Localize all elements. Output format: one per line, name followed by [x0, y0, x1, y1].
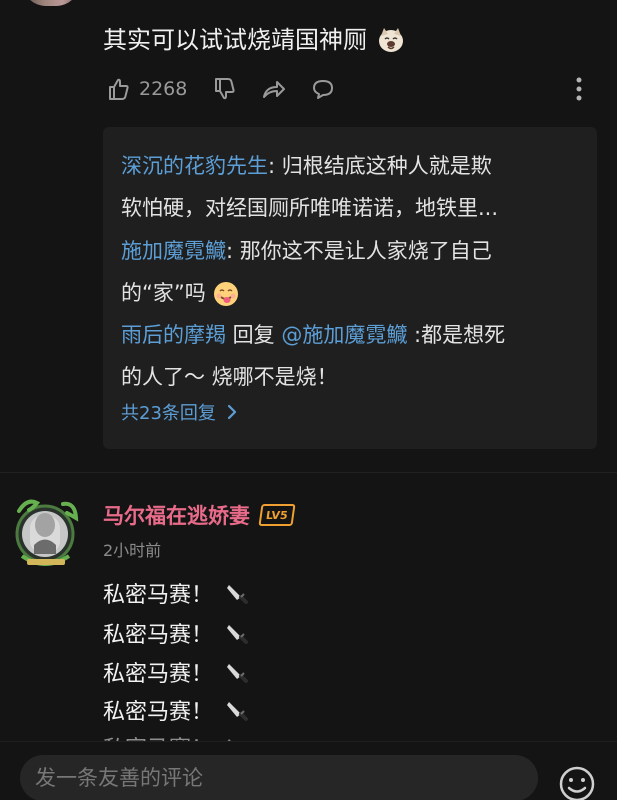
comment-compose-bar	[0, 741, 617, 800]
like-count: 2268	[139, 78, 188, 100]
reply-text-line-2: 软怕硬，对经国厕所唯唯诺诺，地铁里...	[121, 196, 499, 220]
more-replies-label: 共23条回复	[121, 403, 216, 424]
chevron-right-icon	[227, 404, 237, 420]
reply-item-2[interactable]: 施加魔霓鱵: 那你这不是让人家烧了自己 的“家”吗	[121, 230, 587, 314]
top-comment-text: 其实可以试试烧靖国神厕	[103, 26, 367, 54]
reply-thread-box[interactable]: 深沉的花豹先生: 归根结底这种人就是欺 软怕硬，对经国厕所唯唯诺诺，地铁里...…	[103, 127, 597, 449]
section-divider	[0, 472, 617, 473]
comment-input[interactable]	[20, 755, 538, 800]
reply-text-line-1: :都是想死	[407, 323, 506, 347]
comment-line-text: 私密马赛！	[103, 583, 214, 608]
tongue-out-emoji-icon	[212, 280, 240, 308]
comment-actions: 2268	[103, 72, 337, 106]
comment-author[interactable]: 马尔福在逃娇妻 LV5	[103, 500, 296, 530]
reply-item-1[interactable]: 深沉的花豹先生: 归根结底这种人就是欺 软怕硬，对经国厕所唯唯诺诺，地铁里...	[121, 145, 587, 229]
comment-time: 2小时前	[103, 541, 162, 560]
previous-avatar[interactable]	[22, 0, 80, 6]
kitchen-knife-emoji-icon	[227, 625, 249, 644]
comment-line-text: 私密马赛！	[103, 623, 214, 648]
reply-mention[interactable]: @施加魔霓鱵	[281, 323, 407, 347]
like-button[interactable]: 2268	[103, 75, 187, 103]
comment-line-text: 私密马赛！	[103, 700, 214, 725]
share-icon	[263, 81, 286, 98]
reply-author[interactable]: 雨后的摩羯	[121, 323, 226, 347]
smile-icon[interactable]	[557, 764, 597, 800]
more-vertical-icon[interactable]	[567, 74, 591, 104]
more-replies-link[interactable]: 共23条回复	[121, 399, 240, 425]
thumb-down-icon	[215, 78, 235, 100]
reply-author[interactable]: 施加魔霓鱵	[121, 239, 226, 263]
reply-label: 回复	[226, 323, 282, 347]
kitchen-knife-emoji-icon	[227, 702, 249, 721]
kitchen-knife-emoji-icon	[227, 664, 249, 683]
reply-item-3[interactable]: 雨后的摩羯 回复 @施加魔霓鱵 :都是想死 的人了～ 烧哪不是烧！	[121, 314, 587, 398]
comment-line: 私密马赛！	[103, 694, 251, 726]
level-badge: LV5	[258, 504, 296, 526]
comment-page: 其实可以试试烧靖国神厕 2268 深沉的花豹先生: 归根结底这种人就是欺 软怕硬…	[0, 0, 617, 800]
reply-button[interactable]	[309, 75, 337, 103]
reply-text-line-1: 那你这不是让人家烧了自己	[233, 239, 492, 263]
dog-face-emoji-icon	[375, 24, 407, 56]
comment-line-text: 私密马赛！	[103, 662, 214, 687]
comment-line: 私密马赛！	[103, 656, 251, 688]
top-comment: 其实可以试试烧靖国神厕	[103, 23, 407, 57]
dislike-button[interactable]	[209, 75, 237, 103]
reply-bubble-icon	[313, 80, 334, 99]
comment-line: 私密马赛！	[103, 577, 251, 609]
username-text[interactable]: 马尔福在逃娇妻	[103, 500, 250, 530]
reply-author[interactable]: 深沉的花豹先生	[121, 154, 268, 178]
kitchen-knife-emoji-icon	[227, 585, 249, 604]
comment-line: 私密马赛！	[103, 617, 251, 649]
reply-text-line-2: 的人了～ 烧哪不是烧！	[121, 365, 338, 389]
reply-text-line-2: 的“家”吗	[121, 281, 206, 305]
reply-text-line-1: 归根结底这种人就是欺	[275, 154, 492, 178]
share-button[interactable]	[259, 75, 287, 103]
thumb-up-icon	[109, 78, 129, 100]
avatar[interactable]	[9, 490, 85, 576]
